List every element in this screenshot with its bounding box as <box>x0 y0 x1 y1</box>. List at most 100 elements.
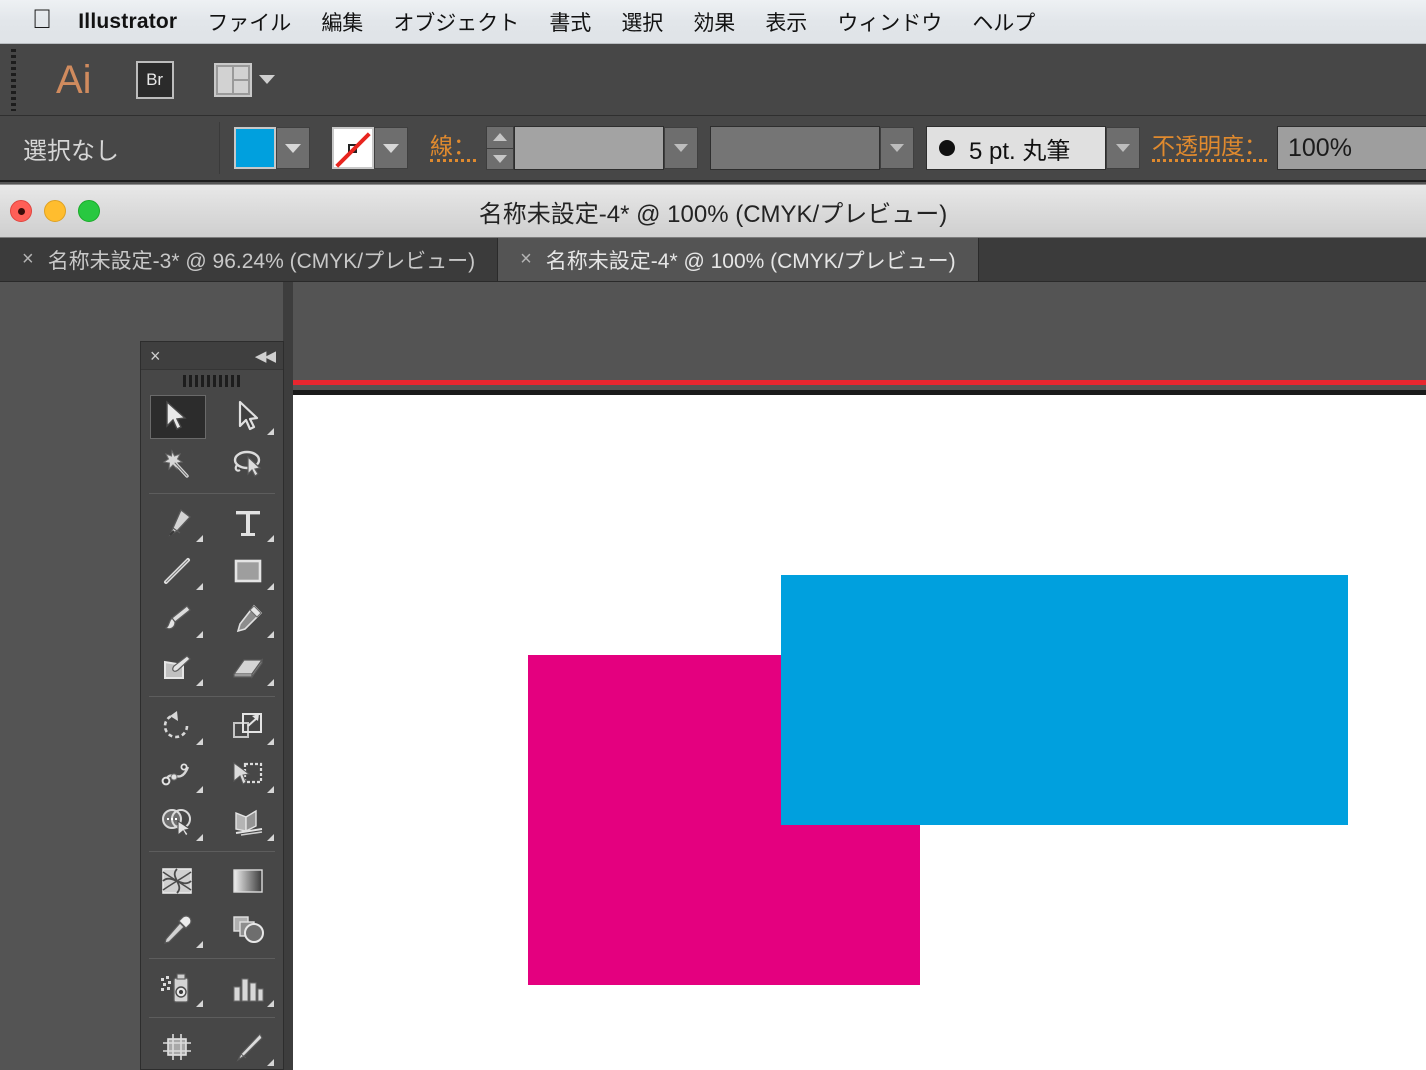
tool-expand-corner-icon[interactable] <box>267 428 274 435</box>
menu-item-window[interactable]: ウィンドウ <box>837 7 942 37</box>
close-icon[interactable]: × <box>520 248 532 271</box>
tool-expand-corner-icon[interactable] <box>196 631 203 638</box>
fill-color-group[interactable] <box>234 127 320 169</box>
tool-divider <box>149 696 275 697</box>
tool-expand-corner-icon[interactable] <box>196 786 203 793</box>
stroke-color-dropdown[interactable] <box>374 127 408 169</box>
paintbrush-tool[interactable] <box>141 595 212 643</box>
fill-color-swatch[interactable] <box>234 127 276 169</box>
tool-expand-corner-icon[interactable] <box>267 834 274 841</box>
close-icon[interactable]: × <box>150 347 161 365</box>
stroke-weight-stepper[interactable] <box>486 126 514 170</box>
document-tab-1[interactable]: × 名称未設定-3* @ 96.24% (CMYK/プレビュー) <box>0 238 499 281</box>
arrange-documents-button[interactable] <box>213 62 275 97</box>
tool-expand-corner-icon[interactable] <box>196 834 203 841</box>
close-window-button[interactable] <box>10 200 32 222</box>
bridge-button[interactable]: Br <box>135 60 174 99</box>
lasso-tool[interactable] <box>212 440 283 488</box>
close-icon[interactable]: × <box>22 248 34 271</box>
tool-expand-corner-icon[interactable] <box>267 679 274 686</box>
brush-definition-dropdown[interactable] <box>1106 127 1140 169</box>
blend-tool[interactable] <box>212 905 283 953</box>
menu-item-file[interactable]: ファイル <box>207 7 291 37</box>
slice-tool[interactable] <box>212 1023 283 1070</box>
scale-tool[interactable] <box>212 702 283 750</box>
tool-expand-corner-icon[interactable] <box>267 1000 274 1007</box>
rectangle-tool[interactable] <box>212 547 283 595</box>
tool-expand-corner-icon[interactable] <box>267 535 274 542</box>
menu-item-edit[interactable]: 編集 <box>321 7 363 37</box>
pencil-tool[interactable] <box>212 595 283 643</box>
menu-item-type[interactable]: 書式 <box>549 7 591 37</box>
artboard-tool[interactable] <box>141 1023 212 1070</box>
type-tool[interactable] <box>212 499 283 547</box>
direct-selection-tool[interactable] <box>212 392 283 440</box>
stepper-down-icon[interactable] <box>487 148 513 169</box>
perspective-grid-tool[interactable] <box>212 798 283 846</box>
stroke-color-swatch[interactable] <box>332 127 374 169</box>
stroke-weight-input[interactable] <box>514 126 664 170</box>
brush-definition-input[interactable]: 5 pt. 丸筆 <box>926 126 1106 170</box>
blob-brush-tool[interactable] <box>141 643 212 691</box>
fill-color-dropdown[interactable] <box>276 127 310 169</box>
menu-item-select[interactable]: 選択 <box>621 7 663 37</box>
shape-builder-tool[interactable] <box>141 798 212 846</box>
toolbar-drag-grip[interactable] <box>9 48 18 111</box>
tools-panel-drag-grip[interactable] <box>141 370 283 392</box>
tool-expand-corner-icon[interactable] <box>196 941 203 948</box>
document-tab-2[interactable]: × 名称未設定-4* @ 100% (CMYK/プレビュー) <box>498 238 979 281</box>
stepper-up-icon[interactable] <box>487 127 513 149</box>
stroke-profile-group[interactable] <box>710 126 914 170</box>
opacity-input[interactable]: 100% <box>1277 126 1426 170</box>
eraser-tool[interactable] <box>212 643 283 691</box>
rotate-tool[interactable] <box>141 702 212 750</box>
tools-panel[interactable]: × ◀◀ <box>140 341 284 1070</box>
tool-expand-corner-icon[interactable] <box>196 1000 203 1007</box>
menu-item-effect[interactable]: 効果 <box>693 7 735 37</box>
opacity-group[interactable]: 100% <box>1277 126 1426 170</box>
tool-expand-corner-icon[interactable] <box>267 738 274 745</box>
tool-group-transform-3 <box>141 798 283 846</box>
menu-item-view[interactable]: 表示 <box>765 7 807 37</box>
macos-menu-bar:  Illustrator ファイル 編集 オブジェクト 書式 選択 効果 表示… <box>0 0 1426 44</box>
stroke-label[interactable]: 線： <box>430 134 476 163</box>
tool-expand-corner-icon[interactable] <box>267 1059 274 1066</box>
column-graph-tool[interactable] <box>212 964 283 1012</box>
selection-status-label: 選択なし <box>23 137 119 165</box>
stroke-profile-dropdown[interactable] <box>880 127 914 169</box>
eyedropper-tool[interactable] <box>141 905 212 953</box>
magic-wand-tool[interactable] <box>141 440 212 488</box>
tool-expand-corner-icon[interactable] <box>267 631 274 638</box>
width-tool[interactable] <box>141 750 212 798</box>
cyan-rectangle[interactable] <box>781 575 1348 825</box>
opacity-label[interactable]: 不透明度： <box>1152 134 1267 163</box>
apple-logo-icon[interactable]:  <box>32 6 52 33</box>
brush-definition-group[interactable]: 5 pt. 丸筆 <box>926 126 1140 170</box>
collapse-panel-icon[interactable]: ◀◀ <box>255 347 276 365</box>
artboard-paper[interactable] <box>293 395 1426 1070</box>
selection-tool[interactable] <box>141 392 212 440</box>
pen-tool[interactable] <box>141 499 212 547</box>
tool-expand-corner-icon[interactable] <box>267 583 274 590</box>
stroke-weight-group[interactable] <box>486 126 698 170</box>
menu-item-object[interactable]: オブジェクト <box>393 7 519 37</box>
tool-group-selection <box>141 392 283 440</box>
mesh-tool[interactable] <box>141 857 212 905</box>
zoom-window-button[interactable] <box>78 200 100 222</box>
symbol-sprayer-tool[interactable] <box>141 964 212 1012</box>
menu-item-illustrator[interactable]: Illustrator <box>78 10 177 34</box>
minimize-window-button[interactable] <box>44 200 66 222</box>
tool-expand-corner-icon[interactable] <box>196 738 203 745</box>
menu-item-help[interactable]: ヘルプ <box>972 7 1035 37</box>
tool-expand-corner-icon[interactable] <box>196 535 203 542</box>
tools-panel-header[interactable]: × ◀◀ <box>141 342 283 370</box>
stroke-weight-dropdown[interactable] <box>664 127 698 169</box>
tool-expand-corner-icon[interactable] <box>267 786 274 793</box>
gradient-tool[interactable] <box>212 857 283 905</box>
free-transform-tool[interactable] <box>212 750 283 798</box>
stroke-color-group[interactable] <box>332 127 418 169</box>
tool-expand-corner-icon[interactable] <box>196 583 203 590</box>
tool-expand-corner-icon[interactable] <box>196 679 203 686</box>
line-segment-tool[interactable] <box>141 547 212 595</box>
stroke-profile-input[interactable] <box>710 126 880 170</box>
